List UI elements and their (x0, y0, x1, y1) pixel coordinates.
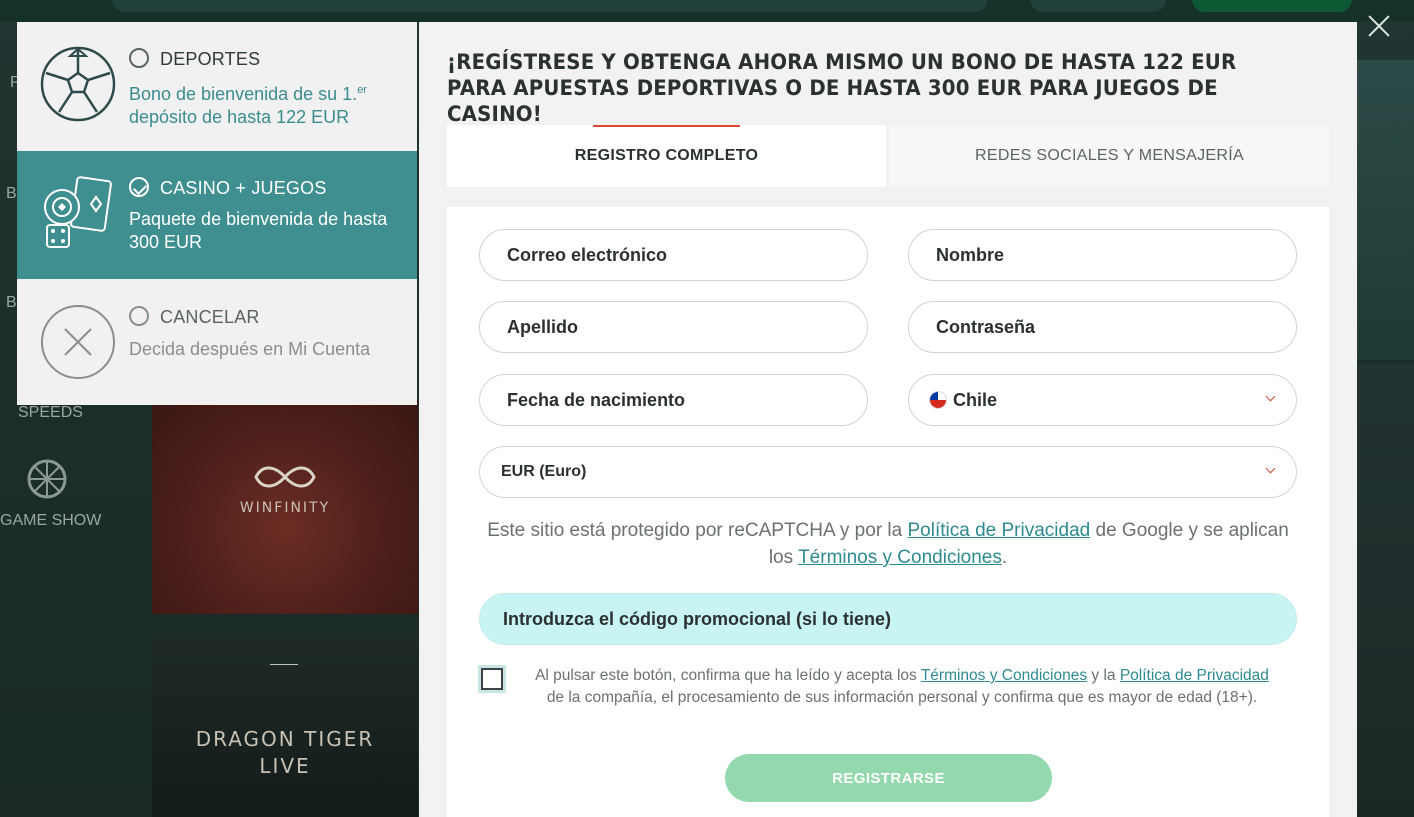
last-name-field[interactable]: Apellido (479, 301, 868, 353)
winfinity-label: WINFINITY (239, 500, 331, 516)
consent-privacy-link[interactable]: Política de Privacidad (1120, 667, 1269, 684)
bonus-sport-title: DEPORTES (160, 49, 261, 69)
currency-select[interactable]: EUR (Euro) (479, 446, 1297, 498)
bonus-cancel-desc: Decida después en Mi Cuenta (129, 339, 371, 359)
currency-value: EUR (Euro) (501, 463, 587, 480)
register-button[interactable]: REGISTRARSE (725, 754, 1052, 802)
close-icon[interactable] (1364, 11, 1394, 41)
background-login-button (1030, 0, 1166, 12)
background-tile-dragon-tiger: DRAGON TIGER LIVE (152, 634, 418, 817)
background-search-bar (112, 0, 988, 12)
bonus-option-casino[interactable]: CASINO + JUEGOS Paquete de bienvenida de… (17, 151, 417, 279)
winfinity-logo-icon (254, 466, 316, 488)
password-field[interactable]: Contraseña (908, 301, 1297, 353)
background-sidebar-partial: B (6, 294, 17, 311)
cancel-circle-icon (41, 305, 115, 379)
consent-text: Al pulsar este botón, confirma que ha le… (535, 667, 1269, 706)
wheel-icon (27, 459, 67, 499)
country-value: Chile (953, 389, 998, 410)
registration-tabs: REGISTRO COMPLETO REDES SOCIALES Y MENSA… (447, 125, 1329, 187)
background-sidebar-game-show: GAME SHOW (0, 512, 102, 529)
bonus-selection-panel: DEPORTES Bono de bienvenida de su 1.er de… (17, 22, 417, 405)
chile-flag-icon (929, 391, 947, 409)
tab-social-messaging[interactable]: REDES SOCIALES Y MENSAJERÍA (890, 125, 1329, 187)
bonus-cancel-title: CANCELAR (160, 307, 260, 327)
bonus-casino-title: CASINO + JUEGOS (160, 178, 327, 198)
recaptcha-notice: Este sitio está protegido por reCAPTCHA … (487, 520, 1289, 568)
modal-title: ¡REGÍSTRESE Y OBTENGA AHORA MISMO UN BON… (447, 50, 1237, 126)
consent-terms-link[interactable]: Términos y Condiciones (921, 667, 1087, 684)
first-name-field[interactable]: Nombre (908, 229, 1297, 281)
birth-date-field[interactable]: Fecha de nacimiento (479, 374, 868, 426)
bonus-casino-desc: Paquete de bienvenida de hasta 300 EUR (129, 209, 388, 252)
registration-modal: ¡REGÍSTRESE Y OBTENGA AHORA MISMO UN BON… (419, 22, 1357, 817)
background-tile-right-bottom (1357, 365, 1414, 817)
radio-sport[interactable] (129, 48, 149, 68)
terms-link[interactable]: Términos y Condiciones (798, 547, 1002, 568)
promo-code-input[interactable]: Introduzca el código promocional (si lo … (479, 593, 1297, 645)
background-sidebar-speeds: SPEEDS (18, 404, 83, 421)
bonus-option-sport[interactable]: DEPORTES Bono de bienvenida de su 1.er de… (17, 22, 417, 151)
background-tile-winfinity: WINFINITY (152, 400, 418, 614)
privacy-policy-link[interactable]: Política de Privacidad (908, 520, 1091, 541)
bonus-option-cancel[interactable]: CANCELAR Decida después en Mi Cuenta (17, 279, 417, 405)
check-icon (132, 180, 148, 196)
country-select[interactable]: Chile (908, 374, 1297, 426)
radio-casino[interactable] (129, 177, 149, 197)
casino-chips-cards-dice-icon (44, 176, 112, 248)
bonus-sport-desc: Bono de bienvenida de su 1.er depósito de… (129, 84, 367, 127)
soccer-ball-icon (40, 46, 116, 122)
background-sidebar-partial: B (6, 185, 17, 202)
email-field[interactable]: Correo electrónico (479, 229, 868, 281)
consent-checkbox[interactable] (478, 665, 506, 693)
dragon-tiger-label: DRAGON TIGER LIVE (195, 727, 375, 778)
background-register-button (1192, 0, 1352, 12)
background-topbar (0, 0, 1414, 22)
radio-cancel[interactable] (129, 306, 149, 326)
background-tile-right-top (1357, 60, 1414, 360)
chevron-down-icon (1265, 391, 1276, 402)
chevron-down-icon (1265, 463, 1276, 474)
registration-form: Correo electrónico Nombre Apellido Contr… (447, 207, 1329, 817)
tab-full-registration[interactable]: REGISTRO COMPLETO (447, 125, 886, 187)
